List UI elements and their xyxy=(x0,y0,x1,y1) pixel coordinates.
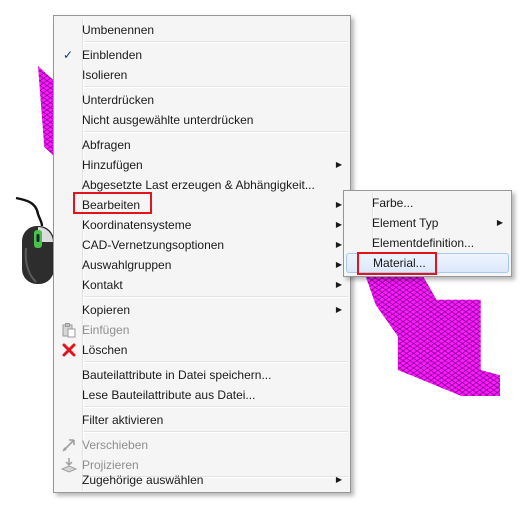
menu-item-selection-groups[interactable]: Auswahlgruppen ▶ xyxy=(56,255,348,275)
mouse-right-click-icon xyxy=(15,196,54,284)
move-icon xyxy=(62,439,75,452)
submenu-arrow-icon: ▶ xyxy=(335,475,342,484)
menu-item-read-part-attributes[interactable]: Lese Bauteilattribute aus Datei... xyxy=(56,385,348,405)
submenu-arrow-icon: ▶ xyxy=(335,280,342,289)
menu-separator xyxy=(84,431,348,433)
menu-item-paste[interactable]: Einfügen xyxy=(56,320,348,340)
highlight-box-edit xyxy=(73,192,152,214)
menu-separator xyxy=(84,41,348,43)
menu-item-suppress-unselected[interactable]: Nicht ausgewählte unterdrücken xyxy=(56,110,348,130)
menu-separator xyxy=(84,361,348,363)
submenu-arrow-icon: ▶ xyxy=(335,260,342,269)
menu-separator xyxy=(84,86,348,88)
context-menu: Umbenennen ✓ Einblenden Isolieren Unterd… xyxy=(53,15,351,493)
menu-item-suppress[interactable]: Unterdrücken xyxy=(56,90,348,110)
submenu-item-element-definition[interactable]: Elementdefinition... xyxy=(346,233,509,253)
menu-separator xyxy=(84,131,348,133)
highlight-box-material xyxy=(357,252,437,275)
menu-item-coordinate-systems[interactable]: Koordinatensysteme ▶ xyxy=(56,215,348,235)
menu-item-select-associated[interactable]: Zugehörige auswählen ▶ xyxy=(56,470,348,490)
submenu-arrow-icon: ▶ xyxy=(335,160,342,169)
menu-separator xyxy=(84,296,348,298)
menu-item-save-part-attributes[interactable]: Bauteilattribute in Datei speichern... xyxy=(56,365,348,385)
submenu-arrow-icon: ▶ xyxy=(496,218,503,227)
submenu-arrow-icon: ▶ xyxy=(335,200,342,209)
menu-item-isolate[interactable]: Isolieren xyxy=(56,65,348,85)
menu-item-enable-filter[interactable]: Filter aktivieren xyxy=(56,410,348,430)
submenu-arrow-icon: ▶ xyxy=(335,220,342,229)
menu-item-add[interactable]: Hinzufügen ▶ xyxy=(56,155,348,175)
submenu-arrow-icon: ▶ xyxy=(335,305,342,314)
checkmark-icon: ✓ xyxy=(63,48,74,62)
menu-item-copy[interactable]: Kopieren ▶ xyxy=(56,300,348,320)
mesh-model-part xyxy=(362,266,500,396)
paste-icon xyxy=(62,323,76,338)
menu-item-contact[interactable]: Kontakt ▶ xyxy=(56,275,348,295)
menu-item-delete[interactable]: Löschen xyxy=(56,340,348,360)
menu-item-rename[interactable]: Umbenennen xyxy=(56,20,348,40)
menu-item-move[interactable]: Verschieben xyxy=(56,435,348,455)
menu-item-show[interactable]: ✓ Einblenden xyxy=(56,45,348,65)
submenu-item-element-type[interactable]: Element Typ ▶ xyxy=(346,213,509,233)
menu-item-query[interactable]: Abfragen xyxy=(56,135,348,155)
submenu-arrow-icon: ▶ xyxy=(335,240,342,249)
menu-separator xyxy=(84,406,348,408)
submenu-item-color[interactable]: Farbe... xyxy=(346,193,509,213)
menu-item-cad-meshing-options[interactable]: CAD-Vernetzungsoptionen ▶ xyxy=(56,235,348,255)
delete-x-icon xyxy=(62,343,76,357)
